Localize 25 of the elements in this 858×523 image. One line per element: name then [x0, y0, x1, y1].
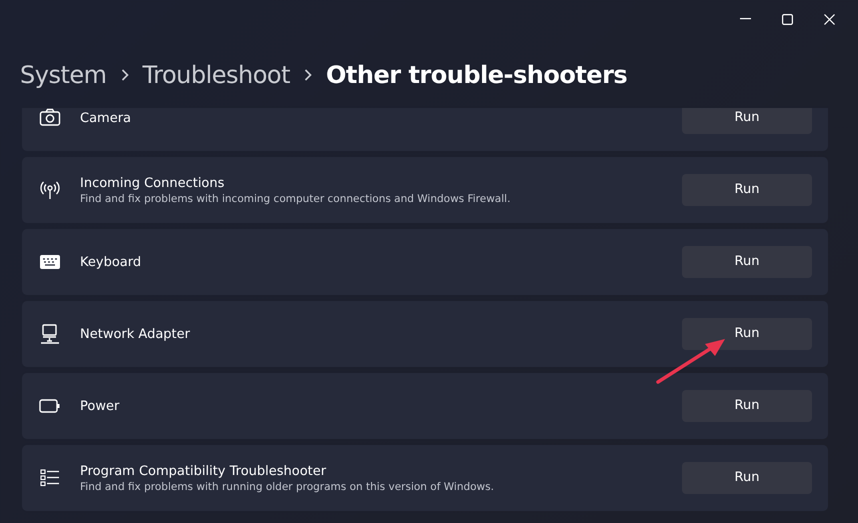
troubleshooter-title: Network Adapter: [80, 326, 190, 342]
run-button[interactable]: Run: [682, 108, 812, 134]
antenna-icon: [39, 179, 61, 201]
run-button[interactable]: Run: [682, 174, 812, 206]
run-button[interactable]: Run: [682, 318, 812, 350]
run-button[interactable]: Run: [682, 246, 812, 278]
troubleshooter-title: Camera: [80, 110, 132, 126]
chevron-icon: [120, 69, 128, 81]
minimize-icon: [740, 18, 750, 20]
maximize-icon: [782, 14, 792, 24]
troubleshooter-title: Keyboard: [80, 254, 142, 270]
troubleshooter-description: Find and fix problems with running older programs on this version of Windows.: [80, 480, 494, 494]
chevron-icon: [304, 69, 312, 81]
run-button[interactable]: Run: [682, 390, 812, 422]
troubleshooter-title: Incoming Connections: [80, 174, 226, 192]
computer-network-icon: [39, 323, 61, 345]
breadcrumb-link[interactable]: Troubleshoot: [142, 57, 290, 93]
page-title: Other trouble-shooters: [326, 60, 628, 91]
breadcrumb-link[interactable]: System: [20, 57, 106, 93]
close-icon: [824, 14, 834, 24]
checklist-icon: [39, 467, 61, 489]
run-button[interactable]: Run: [682, 462, 812, 494]
troubleshooter-description: Find and fix problems with incoming computer connections and Windows Firewall.: [80, 192, 510, 206]
troubleshooter-title: Program Compatibility Troubleshooter: [80, 462, 328, 480]
troubleshooter-title: Power: [80, 398, 120, 414]
